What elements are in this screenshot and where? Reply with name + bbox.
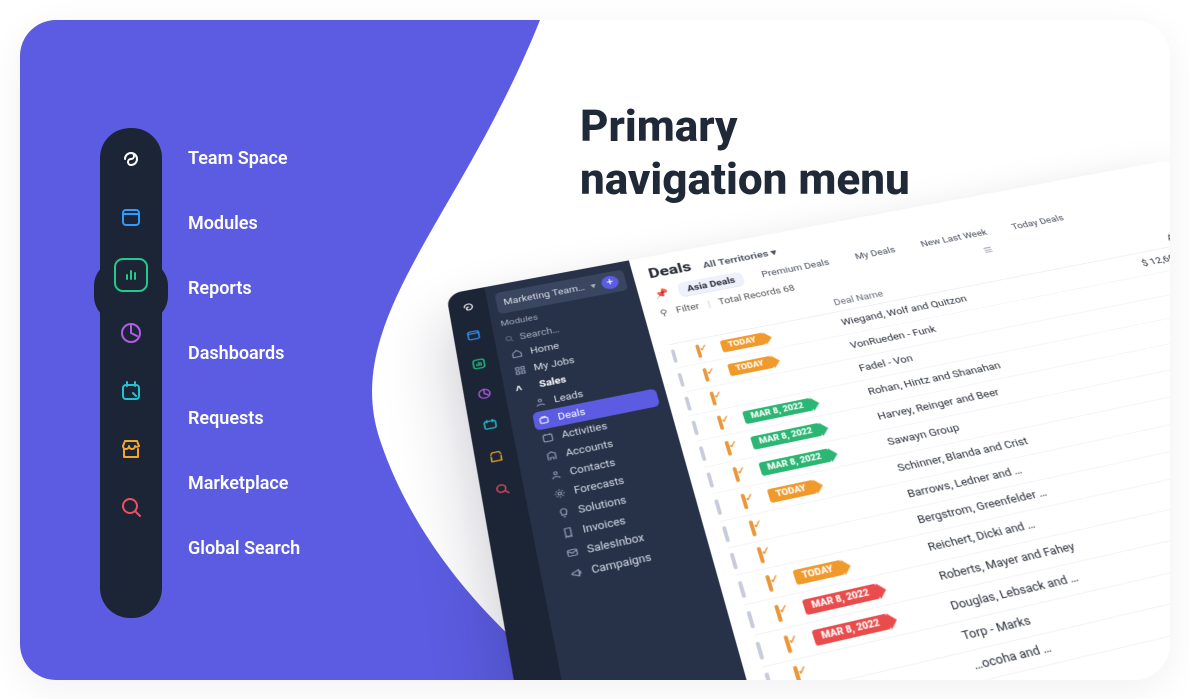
- team-name: Marketing Team…: [503, 283, 586, 307]
- row-checkbox[interactable]: [764, 672, 773, 680]
- primary-nav-rail: [100, 128, 162, 618]
- global-search-icon[interactable]: [114, 490, 148, 524]
- preview-marketplace-icon[interactable]: [486, 448, 506, 468]
- nav-label-reports[interactable]: Reports: [188, 278, 300, 299]
- app-preview: Marketing Team… ▾ + Modules Search… Home…: [446, 160, 1170, 680]
- row-checkbox[interactable]: [671, 349, 678, 363]
- row-checkbox[interactable]: [730, 553, 739, 570]
- row-checkbox[interactable]: [738, 581, 747, 598]
- pin-icon[interactable]: 📌: [653, 288, 670, 300]
- ribbon-today: TODAY: [727, 356, 774, 377]
- row-checkbox[interactable]: [684, 396, 692, 411]
- ribbon-today: TODAY: [792, 560, 845, 585]
- row-checkbox[interactable]: [699, 446, 707, 461]
- page-title: Primary navigation menu: [580, 100, 910, 206]
- row-checkbox[interactable]: [714, 499, 722, 515]
- preview-search-icon[interactable]: [492, 480, 512, 501]
- nav-label-marketplace[interactable]: Marketplace: [188, 473, 300, 494]
- row-checkbox[interactable]: [677, 373, 684, 387]
- sidebar-item-label: Deals: [557, 406, 587, 422]
- module-title: Deals: [646, 258, 693, 281]
- ribbon-today: TODAY: [720, 333, 767, 353]
- preview-modules-icon[interactable]: [464, 327, 483, 345]
- filter-label[interactable]: Filter: [675, 301, 701, 315]
- nav-label-dashboards[interactable]: Dashboards: [188, 343, 300, 364]
- nav-label-teamspace[interactable]: Team Space: [188, 148, 300, 169]
- nav-label-search[interactable]: Global Search: [188, 538, 300, 559]
- teamspace-icon[interactable]: [114, 142, 148, 176]
- list-settings-icon[interactable]: ≡: [981, 243, 996, 258]
- headline-line1: Primary: [580, 100, 910, 153]
- sidebar-item-label: Home: [529, 341, 560, 356]
- row-checkbox[interactable]: [691, 420, 699, 435]
- dashboards-icon[interactable]: [114, 316, 148, 350]
- deal-rows: TODAY Wiegand, Wolf and Quitzon $ 12,60,…: [669, 240, 1170, 680]
- headline-line2: navigation menu: [580, 153, 910, 206]
- ribbon-today: TODAY: [767, 480, 818, 503]
- row-checkbox[interactable]: [706, 472, 714, 488]
- preview-reports-icon[interactable]: [470, 356, 489, 375]
- requests-icon[interactable]: [114, 374, 148, 408]
- preview-logo-icon: [459, 300, 477, 317]
- sidebar-item-label: Sales: [538, 374, 567, 389]
- marketplace-icon[interactable]: [114, 432, 148, 466]
- add-button[interactable]: +: [600, 275, 620, 291]
- row-checkbox[interactable]: [746, 611, 755, 629]
- nav-label-requests[interactable]: Requests: [188, 408, 300, 429]
- row-checkbox[interactable]: [722, 526, 730, 543]
- filter-icon[interactable]: ⚲: [659, 307, 669, 318]
- nav-label-modules[interactable]: Modules: [188, 213, 300, 234]
- preview-requests-icon[interactable]: [481, 416, 501, 436]
- modules-icon[interactable]: [114, 200, 148, 234]
- row-checkbox[interactable]: [755, 641, 764, 660]
- primary-nav-labels: Team Space Modules Reports Dashboards Re…: [188, 148, 300, 559]
- preview-dashboards-icon[interactable]: [475, 386, 494, 405]
- reports-icon[interactable]: [114, 258, 148, 292]
- sidebar-item-label: Leads: [553, 389, 585, 405]
